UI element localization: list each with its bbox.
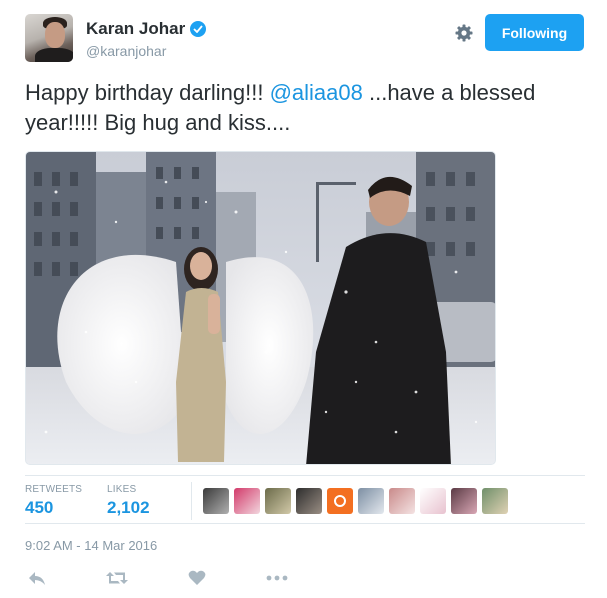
tweet-text-before: Happy birthday darling!!! [25,80,270,105]
tweet-text: Happy birthday darling!!! @aliaa08 ...ha… [25,78,585,138]
liker-avatar[interactable] [451,488,477,514]
liker-avatar[interactable] [296,488,322,514]
author-avatar[interactable] [25,14,73,62]
tweet-timestamp[interactable]: 9:02 AM - 14 Mar 2016 [25,538,157,553]
retweet-icon[interactable] [105,566,129,590]
heart-icon[interactable] [185,566,209,590]
verified-badge-icon [190,21,207,37]
liker-avatars [203,488,513,514]
liker-avatar[interactable] [389,488,415,514]
likes-stat[interactable]: LIKES 2,102 [107,484,150,518]
likes-label: LIKES [107,484,137,495]
mention-link[interactable]: @aliaa08 [270,80,363,105]
liker-avatar[interactable] [358,488,384,514]
reply-icon[interactable] [25,566,49,590]
tweet-media-photo[interactable] [25,151,496,465]
liker-avatar[interactable] [203,488,229,514]
gear-icon[interactable] [454,23,474,43]
tweet-stats: RETWEETS 450 LIKES 2,102 [25,478,585,524]
stats-top-divider [25,475,585,476]
liker-avatar[interactable] [482,488,508,514]
author-display-name[interactable]: Karan Johar [86,19,185,39]
likes-count: 2,102 [107,498,150,517]
author-handle[interactable]: @karanjohar [86,43,166,59]
stats-divider [191,482,192,520]
retweets-label: RETWEETS [25,484,83,495]
following-button[interactable]: Following [485,14,584,51]
retweets-stat[interactable]: RETWEETS 450 [25,484,82,518]
liker-avatar[interactable] [234,488,260,514]
liker-avatar[interactable] [327,488,353,514]
retweets-count: 450 [25,498,54,517]
tweet-actions [25,566,585,590]
author-name-row[interactable]: Karan Johar [86,19,207,39]
stats-bottom-divider [25,523,585,524]
liker-avatar[interactable] [265,488,291,514]
liker-avatar[interactable] [420,488,446,514]
more-dots-icon[interactable] [265,566,289,590]
